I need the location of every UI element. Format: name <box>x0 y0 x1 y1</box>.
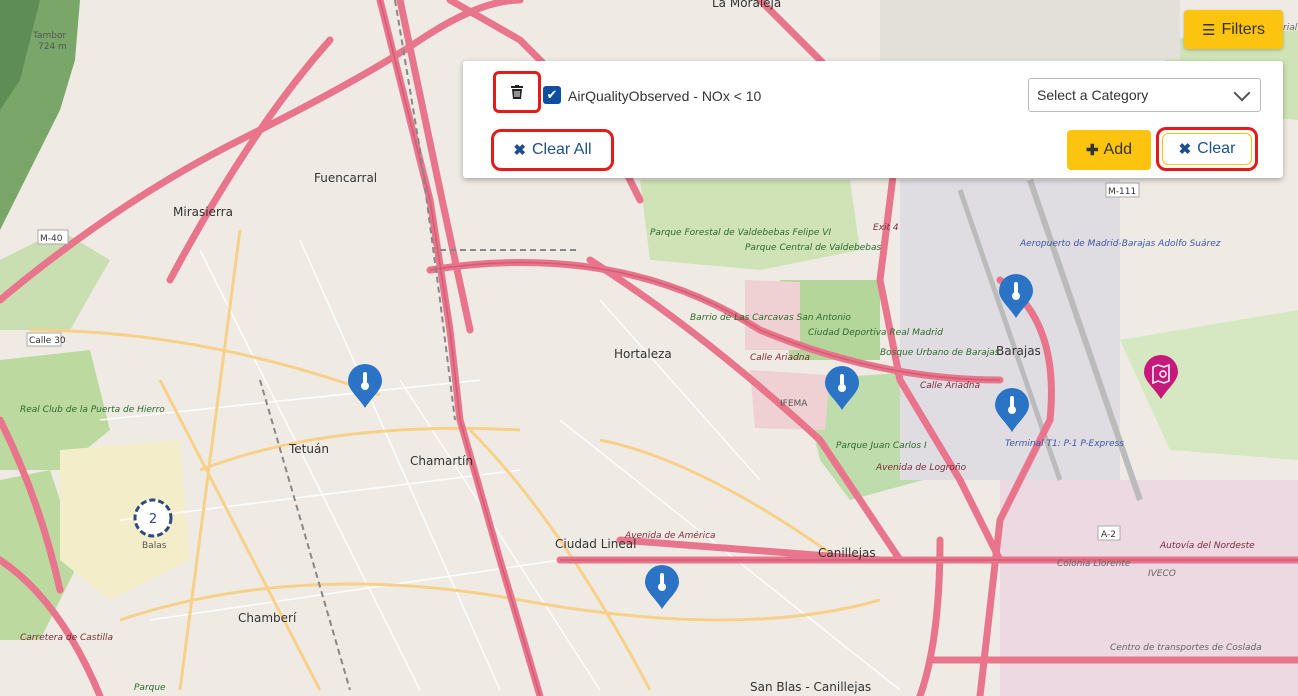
map-label-ifema: IFEMA <box>780 399 808 409</box>
map-road-avenida-logrono: Avenida de Logroño <box>875 463 967 473</box>
map-label-barrio-carcavas: Barrio de Las Carcavas San Antonio <box>690 313 851 323</box>
map-label-parque-bottom: Parque <box>134 683 166 693</box>
map-shield-m40: M-40 <box>40 234 63 244</box>
map-label-colonia: Colonia Llorente <box>1057 559 1131 569</box>
chevron-down-icon <box>1233 84 1251 101</box>
map-road-calle-ariadna-west: Calle Ariadna <box>750 353 810 363</box>
map-road-carretera-castilla: Carretera de Castilla <box>20 633 113 643</box>
plus-icon: ✚ <box>1085 142 1099 159</box>
add-label: Add <box>1103 141 1133 158</box>
map-shield-a2: A-2 <box>1101 530 1116 540</box>
clear-button[interactable]: ✖ Clear <box>1156 127 1258 171</box>
map-shield-m111: M-111 <box>1108 187 1136 197</box>
cluster-count: 2 <box>149 512 157 527</box>
close-icon: ✖ <box>513 142 526 159</box>
filter-label: AirQualityObserved - NOx < 10 <box>568 88 762 104</box>
category-select[interactable]: Select a Category <box>1028 78 1261 112</box>
map-label-iveco: IVECO <box>1148 569 1176 579</box>
map-label-bosque-urbano: Bosque Urbano de Barajas <box>880 348 1000 358</box>
map-label-chamartin: Chamartín <box>410 454 473 468</box>
map-label-real-club: Real Club de la Puerta de Hierro <box>20 405 165 415</box>
map-label-la-moraleja: La Moraleja <box>712 0 781 10</box>
map-park-valdebebas <box>640 180 860 270</box>
map-label-mirasierra: Mirasierra <box>173 205 233 219</box>
map-label-tambor: Tambor <box>32 31 67 41</box>
map-label-hortaleza: Hortaleza <box>614 347 672 361</box>
map-label-aeropuerto: Aeropuerto de Madrid-Barajas Adolfo Suár… <box>1019 239 1221 249</box>
map-label-parque-forestal: Parque Forestal de Valdebebas Felipe VI <box>650 228 831 238</box>
map-label-tetuan: Tetuán <box>288 442 329 456</box>
sliders-icon: ☰ <box>1201 21 1216 39</box>
map-label-terminal: Terminal T1: P-1 P-Express <box>1005 439 1124 449</box>
map-label-parque-central: Parque Central de Valdebebas <box>745 243 882 253</box>
map-road-autovia-nordeste: Autovía del Nordeste <box>1159 541 1255 551</box>
map-label-balas: Balas <box>142 541 167 551</box>
delete-filter-button[interactable] <box>493 71 541 113</box>
filter-checkbox[interactable]: ✔ <box>543 86 561 104</box>
filters-button-label: Filters <box>1221 20 1265 38</box>
map-label-barajas: Barajas <box>996 344 1041 358</box>
map-label-san-blas: San Blas - Canillejas <box>750 680 871 694</box>
map-road-exit4: Exit 4 <box>873 223 899 233</box>
map-label-canillejas: Canillejas <box>818 546 876 560</box>
map-road-avenida-america: Avenida de América <box>624 530 716 541</box>
trash-icon <box>511 85 523 99</box>
clear-all-button[interactable]: ✖ Clear All <box>491 129 614 171</box>
map-label-parque-juan-carlos: Parque Juan Carlos I <box>836 441 927 451</box>
map-label-ciudad-deportiva: Ciudad Deportiva Real Madrid <box>808 328 943 338</box>
map-shield-calle30: Calle 30 <box>29 336 66 346</box>
close-icon: ✖ <box>1178 141 1192 158</box>
map-label-centro-transportes: Centro de transportes de Coslada <box>1110 643 1262 653</box>
map-label-tambor-elevation: 724 m <box>38 42 67 52</box>
category-select-value: Select a Category <box>1037 87 1149 103</box>
add-button[interactable]: ✚ Add <box>1067 130 1151 170</box>
clear-all-label: Clear All <box>532 141 592 158</box>
map-label-fuencarral: Fuencarral <box>314 171 377 185</box>
checkmark-icon: ✔ <box>546 87 558 102</box>
cluster-icon[interactable]: 2 <box>133 498 173 538</box>
clear-label: Clear <box>1197 140 1236 157</box>
filters-button[interactable]: ☰ Filters <box>1184 10 1283 49</box>
map-label-chamberi: Chamberí <box>238 611 297 625</box>
map-road-calle-ariadna-east: Calle Ariadna <box>920 381 980 391</box>
